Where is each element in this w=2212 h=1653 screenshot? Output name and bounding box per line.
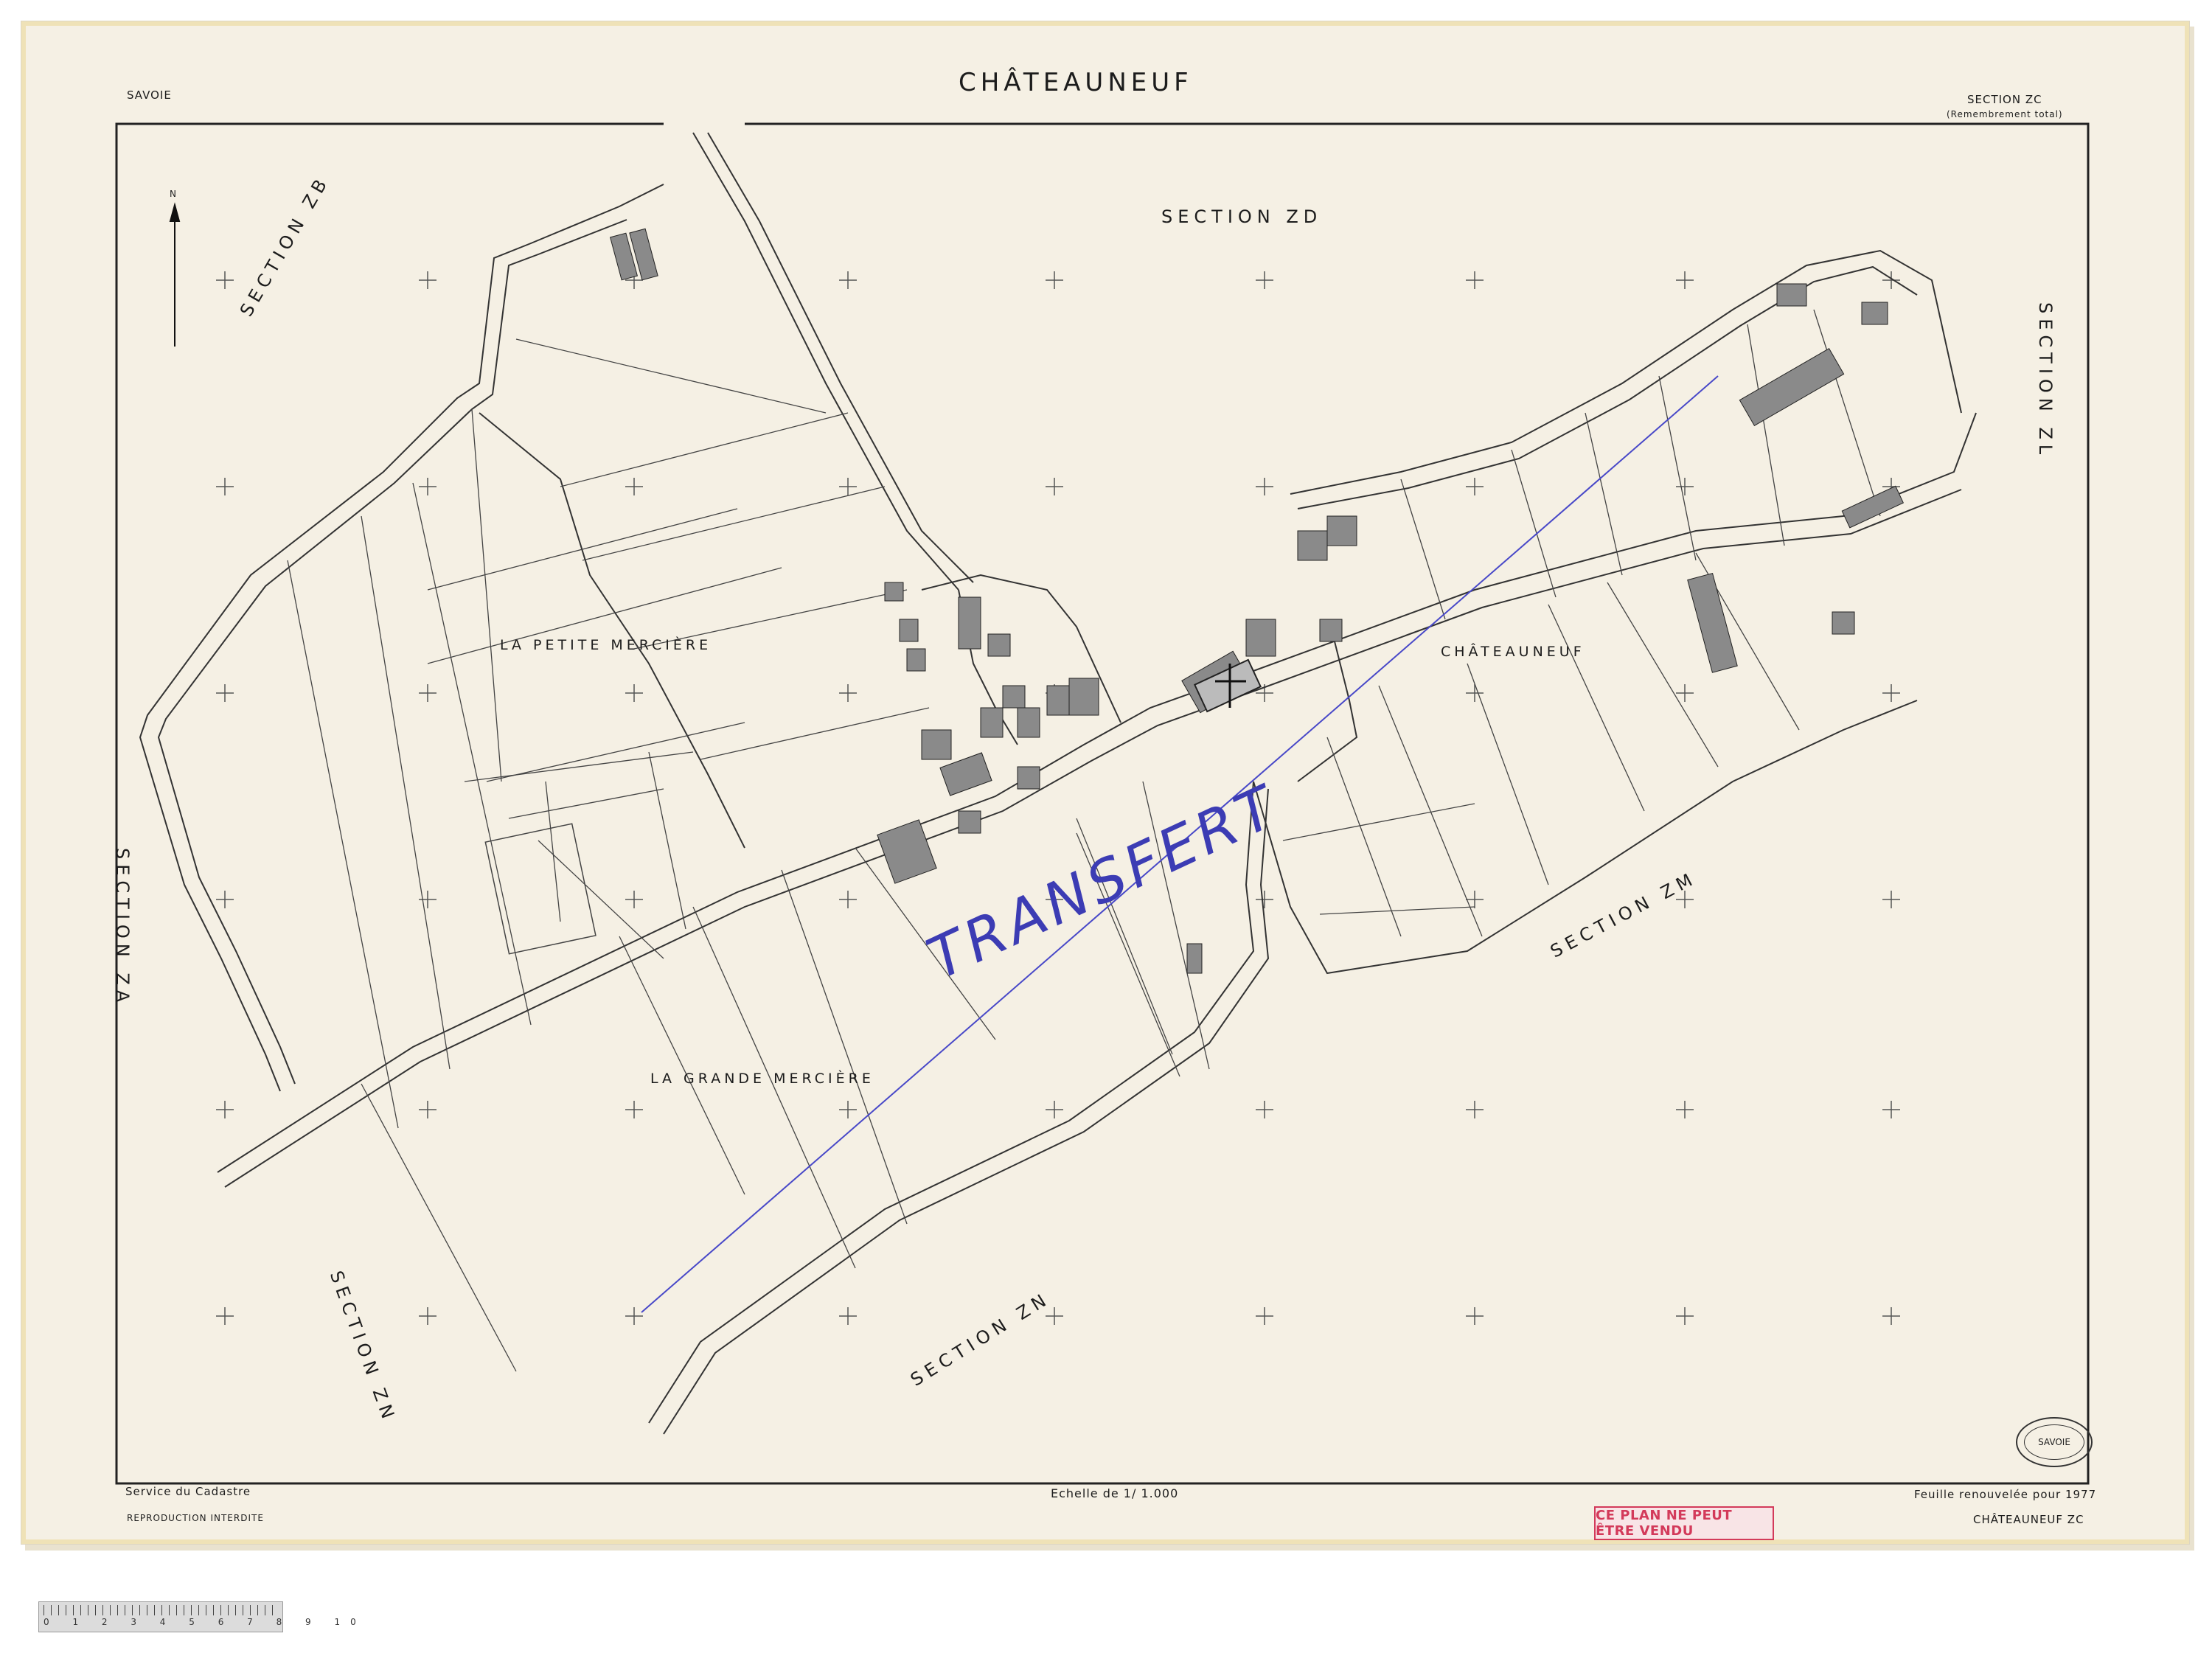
grid-cross <box>839 1101 857 1118</box>
road-north-edge <box>707 132 974 583</box>
grid-cross <box>1676 684 1694 702</box>
reproduction-label: REPRODUCTION INTERDITE <box>127 1513 264 1523</box>
place-grande-merciere: LA GRANDE MERCIÈRE <box>650 1071 874 1087</box>
road-north <box>692 132 959 591</box>
grid-cross <box>1676 478 1694 495</box>
grid-cross <box>1676 1307 1694 1325</box>
grid-cross <box>216 684 234 702</box>
section-zd-label: SECTION ZD <box>1161 206 1323 227</box>
grid-cross <box>839 684 857 702</box>
grid-cross <box>1256 1307 1273 1325</box>
ruler-marks <box>44 1605 278 1615</box>
grid-cross <box>1676 271 1694 289</box>
section-code: SECTION ZC <box>1967 93 2042 106</box>
section-note: (Remembrement total) <box>1947 109 2063 119</box>
grid-cross <box>419 1101 437 1118</box>
grid-cross <box>1466 271 1484 289</box>
grid-cross <box>839 891 857 908</box>
grid-cross <box>1882 1101 1900 1118</box>
scale-label: Echelle de 1/ 1.000 <box>1051 1486 1179 1500</box>
ruler-numbers: 0 1 2 3 4 5 6 7 8 9 10 <box>44 1617 366 1627</box>
grid-cross <box>1046 271 1063 289</box>
grid-cross <box>1882 684 1900 702</box>
road-village-east <box>1297 641 1358 782</box>
grid-cross <box>625 1307 643 1325</box>
grid-cross <box>1882 1307 1900 1325</box>
grid-cross <box>1256 478 1273 495</box>
measuring-ruler: 0 1 2 3 4 5 6 7 8 9 10 <box>38 1601 356 1632</box>
grid-cross <box>625 478 643 495</box>
section-za-label: SECTION ZA <box>112 848 133 1008</box>
grid-crosses <box>216 271 1900 1325</box>
grid-cross <box>419 478 437 495</box>
cadastre-stamp: SAVOIE <box>2016 1417 2093 1467</box>
grid-cross <box>839 478 857 495</box>
grid-cross <box>839 1307 857 1325</box>
place-chateauneuf: CHÂTEAUNEUF <box>1441 644 1585 660</box>
sheet-code: CHÂTEAUNEUF ZC <box>1973 1513 2084 1526</box>
grid-cross <box>1466 1101 1484 1118</box>
map-title: CHÂTEAUNEUF <box>959 68 1193 97</box>
department-label: SAVOIE <box>127 88 172 102</box>
grid-cross <box>839 271 857 289</box>
north-arrow-icon <box>169 202 181 347</box>
place-petite-merciere: LA PETITE MERCIÈRE <box>500 637 712 653</box>
grid-cross <box>1046 478 1063 495</box>
grid-cross <box>1256 1101 1273 1118</box>
map-frame <box>115 122 2090 1485</box>
grid-cross <box>625 684 643 702</box>
not-for-sale-stamp: CE PLAN NE PEUT ÊTRE VENDU <box>1594 1506 1774 1540</box>
grid-cross <box>1466 1307 1484 1325</box>
grid-cross <box>216 1307 234 1325</box>
grid-cross <box>216 891 234 908</box>
grid-cross <box>1676 1101 1694 1118</box>
road-inner <box>479 412 745 849</box>
renewal-label: Feuille renouvelée pour 1977 <box>1914 1488 2097 1501</box>
grid-cross <box>216 271 234 289</box>
roads <box>139 132 1977 1435</box>
grid-cross <box>1466 478 1484 495</box>
cadastral-map <box>115 122 2090 1485</box>
grid-cross <box>1466 891 1484 908</box>
grid-cross <box>216 1101 234 1118</box>
road-east <box>1290 249 1962 495</box>
section-zl-label: SECTION ZL <box>2035 302 2056 460</box>
grid-cross <box>1256 271 1273 289</box>
grid-cross <box>1256 891 1273 908</box>
north-label: N <box>170 189 177 199</box>
grid-cross <box>625 1101 643 1118</box>
grid-cross <box>625 891 643 908</box>
grid-cross <box>1046 1101 1063 1118</box>
grid-cross <box>419 271 437 289</box>
grid-cross <box>1046 1307 1063 1325</box>
grid-cross <box>419 1307 437 1325</box>
grid-cross <box>1882 891 1900 908</box>
stamp-text: SAVOIE <box>2024 1424 2084 1460</box>
grid-cross <box>216 478 234 495</box>
grid-cross <box>419 684 437 702</box>
service-label: Service du Cadastre <box>125 1485 251 1498</box>
